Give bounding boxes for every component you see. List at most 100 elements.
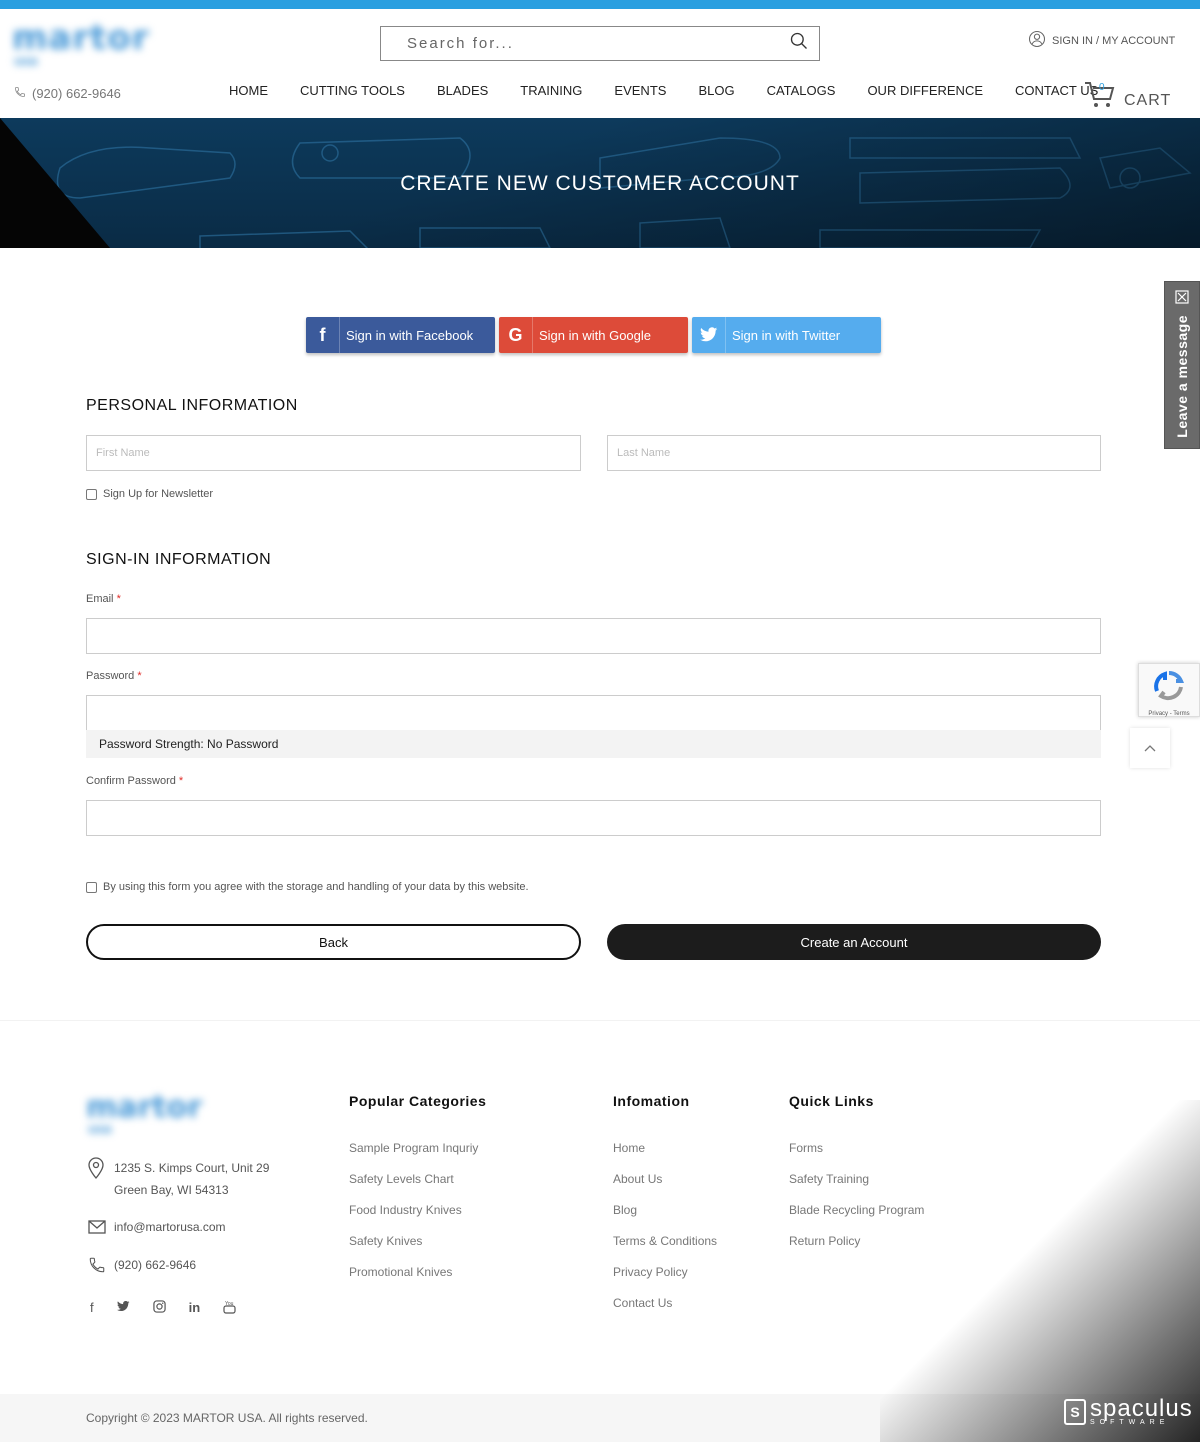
search-input[interactable] — [407, 35, 767, 52]
nav-events[interactable]: EVENTS — [614, 83, 666, 98]
first-name-field[interactable] — [86, 435, 581, 471]
nav-home[interactable]: HOME — [229, 83, 268, 98]
header-logo[interactable]: martor — [12, 18, 150, 58]
footer-link[interactable]: Terms & Conditions — [613, 1234, 717, 1265]
address-line-2: Green Bay, WI 54313 — [114, 1183, 229, 1197]
footer-phone-text: (920) 662-9646 — [114, 1258, 197, 1272]
phone-icon — [14, 86, 26, 101]
footer-link[interactable]: Privacy Policy — [613, 1265, 717, 1296]
header-phone-text: (920) 662-9646 — [32, 86, 121, 101]
nav-our-difference[interactable]: OUR DIFFERENCE — [867, 83, 983, 98]
footer-link[interactable]: Blade Recycling Program — [789, 1203, 924, 1234]
newsletter-label: Sign Up for Newsletter — [103, 488, 214, 500]
back-button[interactable]: Back — [86, 924, 581, 960]
google-icon: G — [499, 317, 533, 353]
footer-link[interactable]: Sample Program Inquriy — [349, 1141, 486, 1172]
footer-link[interactable]: Home — [613, 1141, 717, 1172]
linkedin-icon[interactable]: in — [189, 1300, 201, 1317]
close-icon[interactable] — [1175, 290, 1189, 309]
svg-text:You: You — [225, 1301, 234, 1307]
main-nav: HOME CUTTING TOOLS BLADES TRAINING EVENT… — [229, 83, 1130, 98]
password-field[interactable] — [86, 695, 1101, 731]
search-icon[interactable] — [789, 31, 809, 56]
youtube-icon[interactable]: You — [223, 1300, 236, 1317]
signin-label: SIGN IN / MY ACCOUNT — [1052, 34, 1176, 47]
map-pin-icon — [88, 1157, 106, 1186]
confirm-password-field[interactable] — [86, 800, 1101, 836]
footer-email-text: info@martorusa.com — [114, 1220, 226, 1234]
cart-icon: 0 — [1084, 80, 1116, 110]
newsletter-option[interactable]: Sign Up for Newsletter — [86, 488, 213, 500]
footer-link[interactable]: Contact Us — [613, 1296, 717, 1327]
nav-blog[interactable]: BLOG — [698, 83, 734, 98]
nav-blades[interactable]: BLADES — [437, 83, 488, 98]
password-label: Password * — [86, 670, 142, 682]
footer-link[interactable]: Safety Levels Chart — [349, 1172, 486, 1203]
twitter-icon[interactable] — [116, 1300, 130, 1317]
footer-email[interactable]: info@martorusa.com — [88, 1216, 226, 1241]
cart-label: CART — [1124, 92, 1172, 109]
chevron-up-icon — [1144, 741, 1156, 755]
footer-link[interactable]: Safety Training — [789, 1172, 924, 1203]
last-name-input[interactable] — [608, 436, 1100, 470]
cart-link[interactable]: 0 CART — [1084, 80, 1171, 110]
cart-count: 0 — [1099, 82, 1105, 93]
confirm-password-label: Confirm Password * — [86, 775, 184, 787]
footer-link[interactable]: Safety Knives — [349, 1234, 486, 1265]
email-input[interactable] — [87, 619, 1100, 653]
address-line-1: 1235 S. Kimps Court, Unit 29 — [114, 1161, 270, 1175]
twitter-login-button[interactable]: Sign in with Twitter — [692, 317, 881, 353]
spaculus-watermark: S spaculus SOFTWARE — [1064, 1397, 1193, 1426]
phone-icon — [88, 1254, 106, 1281]
search-box[interactable] — [380, 26, 820, 61]
recaptcha-badge[interactable]: Privacy - Terms — [1138, 663, 1200, 717]
consent-option[interactable]: By using this form you agree with the st… — [86, 881, 529, 893]
footer-link[interactable]: About Us — [613, 1172, 717, 1203]
confirm-password-input[interactable] — [87, 801, 1100, 835]
mail-icon — [88, 1216, 106, 1241]
footer-link[interactable]: Food Industry Knives — [349, 1203, 486, 1234]
nav-training[interactable]: TRAINING — [520, 83, 582, 98]
instagram-icon[interactable] — [152, 1300, 166, 1317]
first-name-input[interactable] — [87, 436, 580, 470]
recaptcha-links[interactable]: Privacy - Terms — [1148, 711, 1189, 717]
footer-link[interactable]: Return Policy — [789, 1234, 924, 1265]
google-login-label: Sign in with Google — [539, 327, 652, 343]
nav-cutting-tools[interactable]: CUTTING TOOLS — [300, 83, 405, 98]
facebook-icon[interactable]: f — [90, 1300, 94, 1317]
nav-catalogs[interactable]: CATALOGS — [767, 83, 836, 98]
newsletter-checkbox[interactable] — [86, 488, 97, 500]
twitter-icon — [692, 317, 726, 353]
twitter-login-label: Sign in with Twitter — [732, 327, 841, 343]
personal-info-heading: PERSONAL INFORMATION — [86, 397, 298, 414]
email-field[interactable] — [86, 618, 1101, 654]
leave-message-widget[interactable]: Leave a message — [1164, 281, 1200, 449]
watermark-name: spaculus — [1090, 1395, 1193, 1422]
signin-link[interactable]: SIGN IN / MY ACCOUNT — [1028, 30, 1175, 51]
footer-link[interactable]: Promotional Knives — [349, 1265, 486, 1296]
header-phone[interactable]: (920) 662-9646 — [14, 86, 121, 101]
user-icon — [1028, 30, 1046, 51]
spaculus-logo-icon: S — [1064, 1398, 1086, 1425]
last-name-field[interactable] — [607, 435, 1101, 471]
footer-col-title: Infomation — [613, 1093, 690, 1109]
google-login-button[interactable]: G Sign in with Google — [499, 317, 688, 353]
leave-message-label: Leave a message — [1174, 315, 1190, 438]
footer-link[interactable]: Blog — [613, 1203, 717, 1234]
footer-phone[interactable]: (920) 662-9646 — [88, 1254, 196, 1281]
facebook-login-button[interactable]: f Sign in with Facebook — [306, 317, 495, 353]
password-input[interactable] — [87, 696, 1100, 730]
copyright-text: Copyright © 2023 MARTOR USA. All rights … — [86, 1411, 368, 1425]
footer-divider — [0, 1020, 1200, 1021]
footer-logo[interactable]: martor — [86, 1090, 202, 1125]
page-title: CREATE NEW CUSTOMER ACCOUNT — [400, 172, 800, 195]
footer-col-information: Infomation Home About Us Blog Terms & Co… — [613, 1093, 717, 1327]
create-account-button[interactable]: Create an Account — [607, 924, 1101, 960]
scroll-to-top-button[interactable] — [1130, 728, 1170, 768]
recaptcha-icon — [1152, 670, 1186, 707]
email-label: Email * — [86, 593, 121, 605]
consent-checkbox[interactable] — [86, 881, 97, 893]
footer-logo-sub: usa — [88, 1122, 112, 1136]
password-strength-meter: Password Strength: No Password — [86, 730, 1101, 758]
footer-link[interactable]: Forms — [789, 1141, 924, 1172]
